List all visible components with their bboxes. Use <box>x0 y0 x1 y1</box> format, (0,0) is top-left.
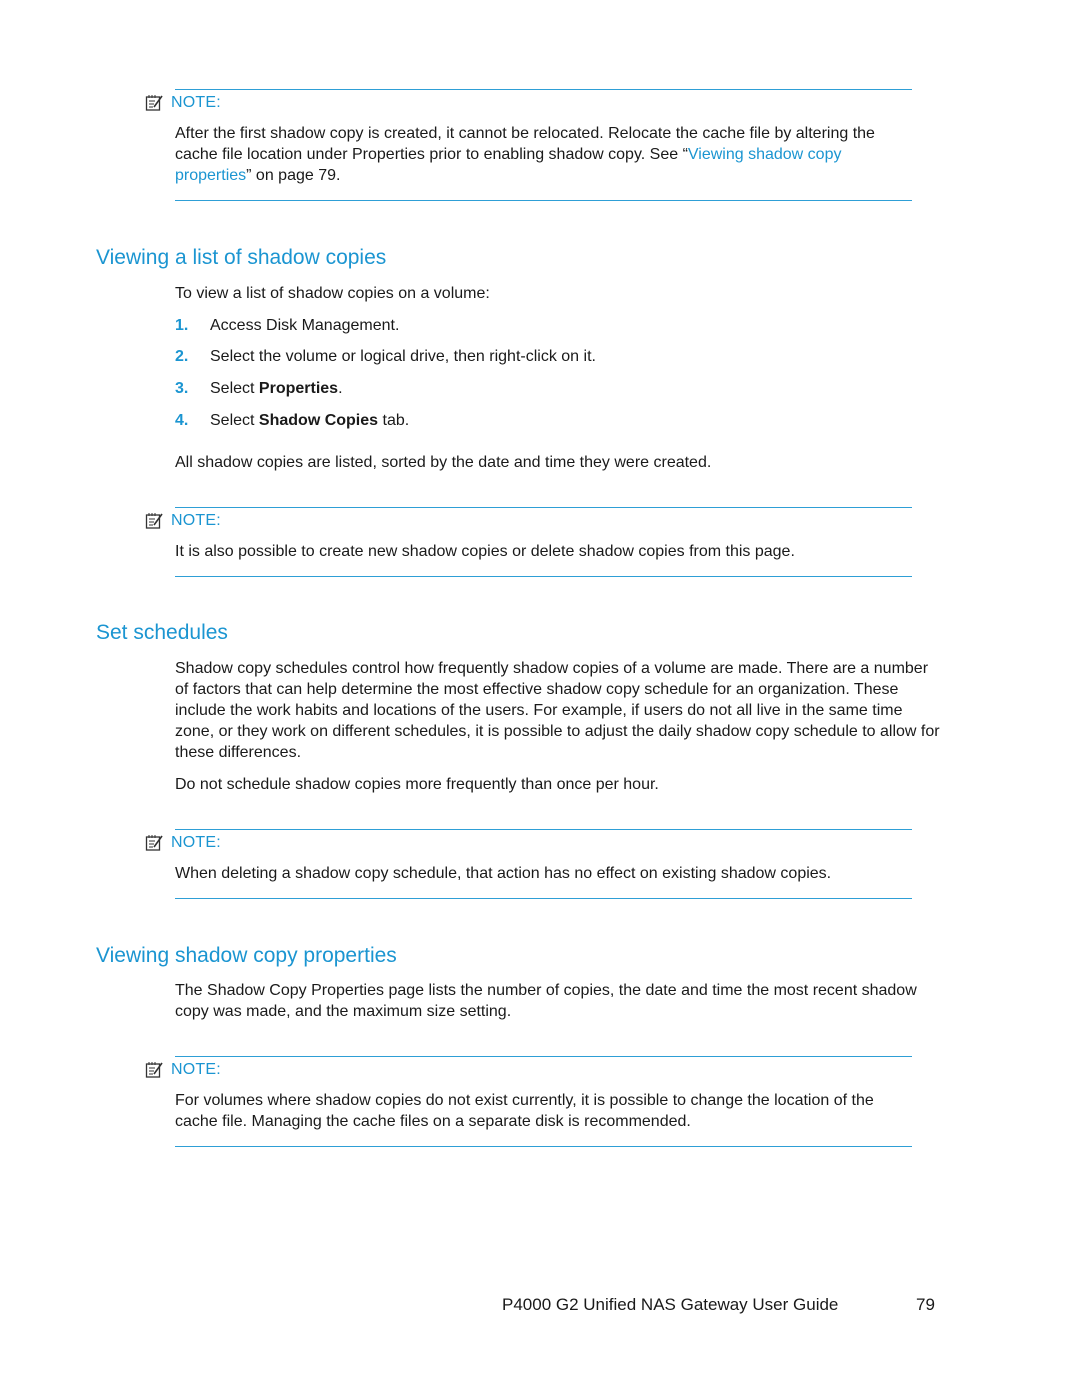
note-box: NOTE: After the first shadow copy is cre… <box>145 89 912 201</box>
note-label: NOTE: <box>171 94 221 111</box>
step-text-part: . <box>338 380 343 397</box>
body-paragraph: Do not schedule shadow copies more frequ… <box>175 776 659 793</box>
note-text: For volumes where shadow copies do not e… <box>175 1092 874 1130</box>
note-header: NOTE: <box>145 1060 221 1080</box>
note-text-part: ” on page 79. <box>246 167 341 184</box>
step-item: 4. Select Shadow Copies tab. <box>175 410 409 431</box>
body-paragraph: Shadow copy schedules control how freque… <box>175 660 940 761</box>
note-header: NOTE: <box>145 833 221 853</box>
step-text: Select Shadow Copies tab. <box>210 410 409 431</box>
ui-element-name: Properties <box>258 380 339 397</box>
note-icon <box>145 513 163 529</box>
step-text-part: Select <box>210 412 259 429</box>
body-paragraph: The Shadow Copy Properties page lists th… <box>175 982 917 1020</box>
note-header: NOTE: <box>145 93 221 113</box>
footer-title: P4000 G2 Unified NAS Gateway User Guide <box>502 1295 839 1314</box>
intro-text: To view a list of shadow copies on a vol… <box>175 285 490 302</box>
step-text-part: tab. <box>378 412 410 429</box>
step-number: 2. <box>175 348 189 365</box>
step-number: 4. <box>175 412 189 429</box>
section-heading-viewing-properties: Viewing shadow copy properties <box>96 944 397 967</box>
step-text: Select Properties. <box>210 378 343 399</box>
note-text: When deleting a shadow copy schedule, th… <box>175 865 832 882</box>
page-number: 79 <box>916 1295 935 1314</box>
section-heading-set-schedules: Set schedules <box>96 621 228 644</box>
note-text: After the first shadow copy is created, … <box>175 123 912 186</box>
note-box: NOTE: It is also possible to create new … <box>145 507 912 577</box>
note-label: NOTE: <box>171 512 221 529</box>
ui-element-name: Shadow Copies <box>258 412 379 429</box>
step-text-part: Select <box>210 380 259 397</box>
outro-text: All shadow copies are listed, sorted by … <box>175 454 712 471</box>
step-number: 1. <box>175 317 189 334</box>
note-box: NOTE: For volumes where shadow copies do… <box>145 1056 912 1147</box>
step-item: 2. Select the volume or logical drive, t… <box>175 346 596 367</box>
note-icon <box>145 95 163 111</box>
step-item: 3. Select Properties. <box>175 378 343 399</box>
document-page: NOTE: After the first shadow copy is cre… <box>0 0 1080 1397</box>
note-icon <box>145 835 163 851</box>
note-icon <box>145 1062 163 1078</box>
note-header: NOTE: <box>145 511 221 531</box>
step-text: Access Disk Management. <box>210 317 400 334</box>
note-label: NOTE: <box>171 1061 221 1078</box>
note-label: NOTE: <box>171 834 221 851</box>
step-number: 3. <box>175 380 189 397</box>
note-box: NOTE: When deleting a shadow copy schedu… <box>145 829 912 899</box>
section-heading-viewing-list: Viewing a list of shadow copies <box>96 246 387 269</box>
step-text: Select the volume or logical drive, then… <box>210 348 596 365</box>
note-text: It is also possible to create new shadow… <box>175 543 795 560</box>
step-item: 1. Access Disk Management. <box>175 315 399 336</box>
